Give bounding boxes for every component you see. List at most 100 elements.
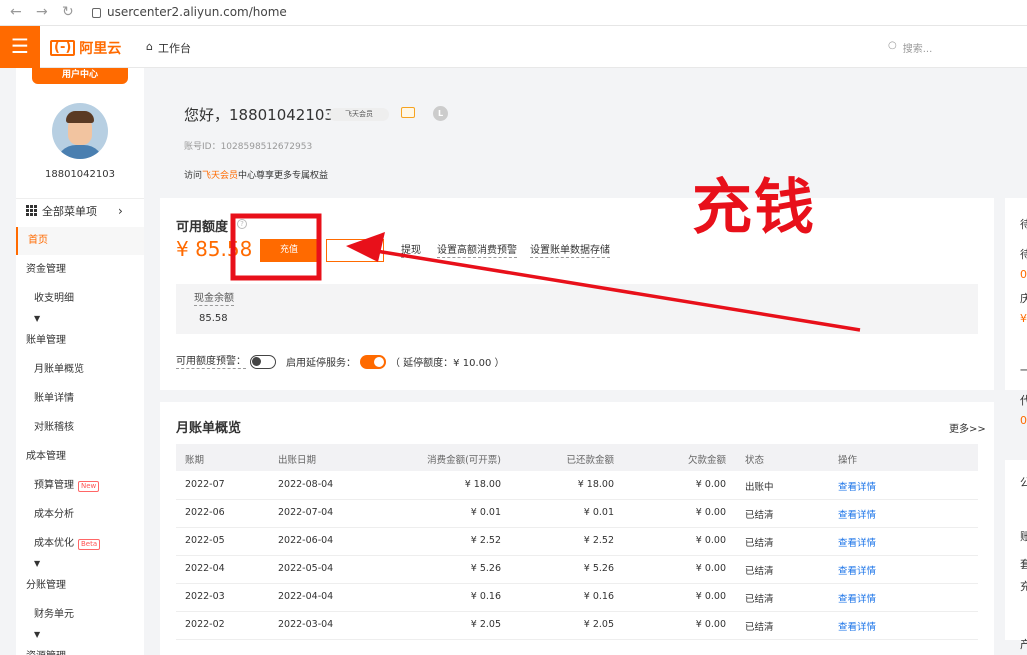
table-cell: ¥ 0.00 xyxy=(695,535,726,546)
table-cell: 2022-03 xyxy=(185,591,225,602)
sidebar-item-monthly-bills[interactable]: 月账单概览 xyxy=(16,356,144,384)
member-center-link[interactable]: 飞天会员 xyxy=(202,171,238,181)
table-cell: ¥ 2.52 xyxy=(470,535,501,546)
search-icon: ○ xyxy=(888,40,897,51)
table-cell: 已结清 xyxy=(745,510,774,521)
table-cell: ¥ 18.00 xyxy=(577,479,614,490)
workbench-link[interactable]: ⌂ 工作台 xyxy=(146,40,191,56)
quota-alert-label: 可用额度预警： xyxy=(176,355,246,369)
sidebar-item-resources[interactable]: 资源管理 xyxy=(16,643,144,655)
browser-toolbar: ← → ↻ usercenter2.aliyun.com/home xyxy=(0,0,1027,26)
table-cell: ¥ 0.00 xyxy=(695,563,726,574)
table-cell: 出账中 xyxy=(745,482,774,493)
chevron-down-icon[interactable]: ▼ xyxy=(34,559,40,568)
view-details-link[interactable]: 查看详情 xyxy=(838,563,876,577)
sidebar-item-funds[interactable]: 资金管理 xyxy=(16,256,144,284)
extend-service-label: 启用延停服务： xyxy=(286,358,356,369)
right-panel-glyph: ¥ xyxy=(1020,312,1027,325)
sidebar-item-bills[interactable]: 账单管理 xyxy=(16,327,144,355)
row-divider xyxy=(176,639,978,640)
row-divider xyxy=(176,527,978,528)
view-details-link[interactable]: 查看详情 xyxy=(838,535,876,549)
chevron-down-icon[interactable]: ▼ xyxy=(34,314,40,323)
balance-amount: ¥ 85.58 xyxy=(176,237,253,261)
right-panel-glyph: 0 xyxy=(1020,268,1027,281)
chevron-down-icon[interactable]: ▼ xyxy=(34,630,40,639)
cash-balance-value: 85.58 xyxy=(199,313,228,324)
greeting: 您好，18801042103 xyxy=(184,106,334,124)
table-cell: 2022-04-04 xyxy=(278,591,334,602)
address-bar[interactable]: usercenter2.aliyun.com/home xyxy=(92,5,287,19)
spending-alert-link[interactable]: 设置高额消费预警 xyxy=(437,244,517,258)
url-text: usercenter2.aliyun.com/home xyxy=(107,5,287,19)
avatar[interactable] xyxy=(52,103,108,159)
top-navbar: ☰ (-) 阿里云 ⌂ 工作台 ○ 搜索... xyxy=(0,26,1027,68)
sidebar-phone: 18801042103 xyxy=(45,169,115,180)
sidebar-item-budget[interactable]: 预算管理 New xyxy=(16,472,144,500)
budget-label: 预算管理 xyxy=(34,480,74,491)
monthly-bill-title: 月账单概览 xyxy=(176,421,242,436)
table-cell: 已结清 xyxy=(745,538,774,549)
column-header: 出账日期 xyxy=(278,455,317,466)
sidebar-item-finance-unit[interactable]: 财务单元 xyxy=(16,601,144,629)
table-cell: 2022-06 xyxy=(185,507,225,518)
reload-icon[interactable]: ↻ xyxy=(62,4,74,20)
bill-storage-link[interactable]: 设置账单数据存储 xyxy=(530,244,610,258)
table-cell: ¥ 0.01 xyxy=(470,507,501,518)
sidebar-item-cost-analysis[interactable]: 成本分析 xyxy=(16,501,144,529)
right-panel-glyph: 套 xyxy=(1020,558,1027,571)
aliyun-logo[interactable]: (-) 阿里云 xyxy=(50,38,121,58)
table-cell: 2022-07 xyxy=(185,479,225,490)
right-panel-glyph: 代 xyxy=(1020,394,1027,407)
right-panel-glyph: 公 xyxy=(1020,476,1027,489)
table-cell: 2022-04 xyxy=(185,563,225,574)
more-link[interactable]: 更多>> xyxy=(949,420,986,435)
row-divider xyxy=(176,555,978,556)
options-row: 可用额度预警： 启用延停服务： （ 延停额度：¥ 10.00 ） xyxy=(176,354,505,369)
visit-prefix: 访问 xyxy=(184,171,203,181)
sidebar-item-bill-details[interactable]: 账单详情 xyxy=(16,385,144,413)
column-header: 欠款金额 xyxy=(687,455,726,466)
cost-optimize-label: 成本优化 xyxy=(34,538,74,549)
forward-icon[interactable]: → xyxy=(36,4,48,20)
member-badge[interactable]: 飞天会员 xyxy=(329,108,389,121)
view-details-link[interactable]: 查看详情 xyxy=(838,619,876,633)
recharge-button[interactable]: 充值 xyxy=(260,239,318,262)
column-header: 账期 xyxy=(185,455,205,466)
right-panel-glyph: 产 xyxy=(1020,638,1027,651)
extend-service-toggle[interactable] xyxy=(360,354,386,369)
view-details-link[interactable]: 查看详情 xyxy=(838,479,876,493)
sidebar-item-split[interactable]: 分账管理 xyxy=(16,572,144,600)
right-panel-glyph: 庆 xyxy=(1020,292,1027,305)
sidebar-item-reconcile[interactable]: 对账稽核 xyxy=(16,414,144,442)
level-icon[interactable]: L xyxy=(433,106,448,121)
table-cell: ¥ 2.05 xyxy=(470,619,501,630)
cash-balance-label: 现金余额 xyxy=(194,293,234,306)
avatar-body xyxy=(56,145,104,159)
withdraw-link[interactable]: 提现 xyxy=(401,244,421,258)
table-cell: 2022-02 xyxy=(185,619,225,630)
search-box[interactable]: ○ 搜索... xyxy=(888,40,932,55)
workbench-label: 工作台 xyxy=(157,42,191,55)
help-icon[interactable]: ? xyxy=(237,219,247,229)
brand-name: 阿里云 xyxy=(79,41,122,57)
secondary-button[interactable] xyxy=(326,239,384,262)
all-menu-label: 全部菜单项 xyxy=(42,204,97,218)
chevron-right-icon[interactable]: › xyxy=(118,204,123,218)
back-icon[interactable]: ← xyxy=(10,4,22,20)
home-icon: ⌂ xyxy=(146,40,153,53)
id-card-icon[interactable] xyxy=(401,107,415,118)
view-details-link[interactable]: 查看详情 xyxy=(838,507,876,521)
right-panel-glyph: 账 xyxy=(1020,530,1027,543)
hamburger-menu-icon[interactable]: ☰ xyxy=(0,26,40,68)
all-menu-button[interactable]: 全部菜单项 xyxy=(16,198,144,222)
sidebar-item-cost[interactable]: 成本管理 xyxy=(16,443,144,471)
table-cell: 2022-08-04 xyxy=(278,479,334,490)
sidebar-item-transactions[interactable]: 收支明细 xyxy=(16,285,144,313)
table-cell: 已结清 xyxy=(745,622,774,633)
view-details-link[interactable]: 查看详情 xyxy=(838,591,876,605)
sidebar-item-home[interactable]: 首页 xyxy=(16,227,144,255)
sidebar-item-cost-optimize[interactable]: 成本优化 Beta xyxy=(16,530,144,558)
column-header: 操作 xyxy=(838,455,858,466)
quota-alert-toggle[interactable] xyxy=(250,354,276,369)
